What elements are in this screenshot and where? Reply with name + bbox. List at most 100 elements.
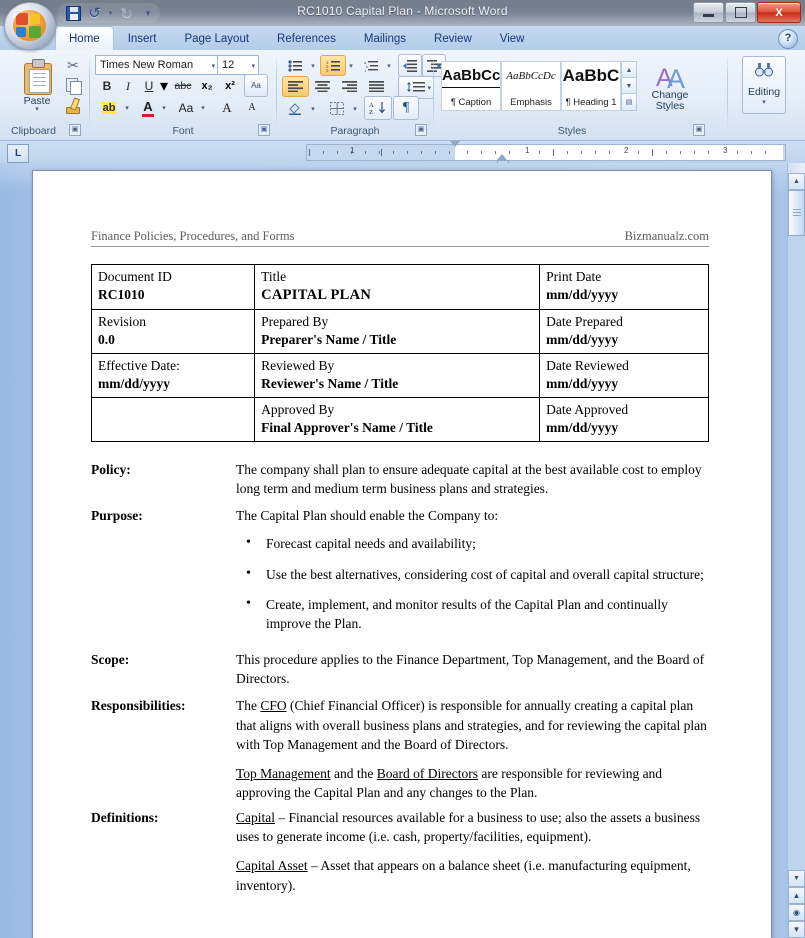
show-formatting-marks-button[interactable]: ¶ bbox=[393, 96, 419, 120]
justify-button[interactable] bbox=[363, 76, 390, 97]
strikethrough-button[interactable]: abc bbox=[170, 76, 196, 96]
customize-qat-button[interactable]: ▾ bbox=[142, 4, 154, 22]
style-item-heading1[interactable]: AaBbC ¶ Heading 1 bbox=[561, 61, 621, 111]
tab-insert[interactable]: Insert bbox=[114, 26, 171, 51]
tab-references[interactable]: References bbox=[263, 26, 350, 51]
vertical-scrollbar[interactable]: ▲ ▼ ▲ ◉ ▼ bbox=[787, 163, 805, 938]
next-page-button[interactable]: ▼ bbox=[788, 921, 805, 938]
select-browse-object[interactable]: ◉ bbox=[788, 904, 805, 921]
minimize-button[interactable] bbox=[693, 2, 724, 23]
chevron-down-icon: ▾ bbox=[387, 62, 391, 70]
scroll-down-button[interactable]: ▼ bbox=[788, 870, 805, 887]
bullets-button[interactable] bbox=[282, 55, 308, 76]
font-color-icon: A bbox=[142, 99, 154, 117]
align-right-button[interactable] bbox=[336, 76, 363, 97]
scroll-thumb[interactable] bbox=[788, 190, 805, 236]
save-button[interactable] bbox=[64, 4, 83, 22]
bullets-dropdown[interactable]: ▾ bbox=[307, 55, 319, 76]
format-painter-button[interactable] bbox=[62, 95, 84, 115]
font-color-button[interactable]: A bbox=[136, 97, 160, 118]
scroll-track[interactable] bbox=[788, 190, 805, 870]
superscript-button[interactable]: x² bbox=[218, 76, 242, 96]
tab-page-layout[interactable]: Page Layout bbox=[170, 26, 263, 51]
section-scope: Scope: This procedure applies to the Fin… bbox=[91, 650, 709, 688]
change-case-dropdown[interactable]: ▾ bbox=[197, 97, 209, 118]
styles-dialog-launcher[interactable]: ▣ bbox=[693, 124, 705, 136]
style-preview: AaBbCc bbox=[442, 65, 500, 88]
tab-stop-selector[interactable]: L bbox=[7, 144, 29, 163]
styles-more-button[interactable]: ▤ bbox=[621, 93, 637, 111]
undo-dropdown[interactable]: ▾ bbox=[106, 4, 115, 22]
style-item-emphasis[interactable]: AaBbCcDc Emphasis bbox=[501, 61, 561, 111]
editing-button[interactable]: Editing ▾ bbox=[742, 56, 786, 114]
text-run: and the bbox=[330, 765, 377, 781]
change-case-button[interactable]: Aa bbox=[172, 97, 200, 118]
scroll-up-button[interactable]: ▲ bbox=[788, 173, 805, 190]
paragraph: The Capital Plan should enable the Compa… bbox=[236, 508, 499, 524]
tab-home[interactable]: Home bbox=[55, 26, 114, 52]
paintbrush-icon bbox=[65, 96, 81, 114]
bullet-list: Forecast capital needs and availability;… bbox=[236, 533, 709, 633]
document-page[interactable]: Finance Policies, Procedures, and Forms … bbox=[32, 170, 772, 938]
maximize-button[interactable] bbox=[725, 2, 756, 23]
cell-revision: Revision 0.0 bbox=[90, 309, 256, 355]
clipboard-dialog-launcher[interactable]: ▣ bbox=[69, 124, 81, 136]
tab-view[interactable]: View bbox=[486, 26, 539, 51]
italic-button[interactable]: I bbox=[117, 76, 139, 96]
cell-document-id: Document ID RC1010 bbox=[90, 263, 256, 311]
underline-dropdown[interactable]: ▾ bbox=[158, 76, 170, 96]
font-color-dropdown[interactable]: ▾ bbox=[158, 97, 170, 118]
shrink-font-button[interactable]: A bbox=[239, 97, 265, 118]
paste-button[interactable]: Paste ▾ bbox=[12, 54, 62, 116]
highlight-dropdown[interactable]: ▾ bbox=[121, 97, 133, 118]
borders-button[interactable] bbox=[324, 98, 350, 119]
office-button[interactable] bbox=[4, 2, 56, 50]
shading-dropdown[interactable]: ▾ bbox=[307, 98, 319, 119]
first-line-indent-marker[interactable] bbox=[450, 141, 460, 147]
tab-mailings[interactable]: Mailings bbox=[350, 26, 420, 51]
chevron-down-icon[interactable]: ▾ bbox=[762, 98, 766, 106]
chevron-down-icon: ▾ bbox=[201, 104, 205, 112]
line-spacing-icon bbox=[407, 81, 425, 92]
sort-button[interactable]: AZ bbox=[364, 96, 392, 120]
text-highlight-button[interactable]: ab bbox=[96, 97, 122, 118]
decrease-indent-button[interactable] bbox=[398, 54, 422, 77]
subscript-button[interactable]: x₂ bbox=[195, 76, 219, 96]
style-item-caption[interactable]: AaBbCc ¶ Caption bbox=[441, 61, 501, 111]
tab-review[interactable]: Review bbox=[420, 26, 486, 51]
borders-dropdown[interactable]: ▾ bbox=[349, 98, 361, 119]
numbering-button[interactable]: 123 bbox=[320, 55, 346, 76]
chevron-down-icon: ▾ bbox=[125, 104, 129, 112]
office-logo-green bbox=[29, 26, 41, 38]
list-item: Use the best alternatives, considering c… bbox=[236, 564, 709, 584]
previous-page-button[interactable]: ▲ bbox=[788, 887, 805, 904]
close-button[interactable]: X bbox=[757, 2, 801, 23]
underline-button[interactable]: U bbox=[138, 76, 160, 96]
font-dialog-launcher[interactable]: ▣ bbox=[258, 124, 270, 136]
multilevel-list-button[interactable]: ab1 bbox=[358, 55, 384, 76]
font-size-combobox[interactable]: 12 ▾ bbox=[217, 55, 259, 75]
bold-button[interactable]: B bbox=[96, 76, 118, 96]
font-name-combobox[interactable]: Times New Roman ▾ bbox=[95, 55, 219, 75]
numbering-dropdown[interactable]: ▾ bbox=[345, 55, 357, 76]
help-icon[interactable]: ? bbox=[778, 29, 798, 49]
undo-button[interactable]: ↺ bbox=[85, 4, 104, 22]
align-left-button[interactable] bbox=[282, 76, 309, 97]
paragraph-dialog-launcher[interactable]: ▣ bbox=[415, 124, 427, 136]
list-item: Forecast capital needs and availability; bbox=[236, 533, 709, 553]
copy-button[interactable] bbox=[62, 75, 84, 95]
section-body: The CFO (Chief Financial Officer) is res… bbox=[236, 696, 709, 802]
change-styles-button[interactable]: AA Change Styles bbox=[643, 56, 697, 118]
paste-dropdown-icon[interactable]: ▾ bbox=[35, 106, 39, 113]
ribbon-group-font: Times New Roman ▾ 12 ▾ B I U ▾ abc x₂ x²… bbox=[92, 52, 274, 138]
align-center-button[interactable] bbox=[309, 76, 336, 97]
cell-label: Document ID bbox=[98, 269, 172, 284]
clear-formatting-button[interactable]: Aa bbox=[244, 74, 268, 97]
grow-font-button[interactable]: A bbox=[214, 97, 240, 118]
superscript-icon: x² bbox=[225, 80, 235, 92]
redo-button[interactable]: ↻ bbox=[117, 4, 136, 22]
multilevel-list-dropdown[interactable]: ▾ bbox=[383, 55, 395, 76]
cut-button[interactable]: ✂ bbox=[62, 55, 84, 75]
horizontal-ruler[interactable]: 1 1 2 3 bbox=[306, 141, 786, 167]
shading-button[interactable] bbox=[282, 98, 308, 119]
